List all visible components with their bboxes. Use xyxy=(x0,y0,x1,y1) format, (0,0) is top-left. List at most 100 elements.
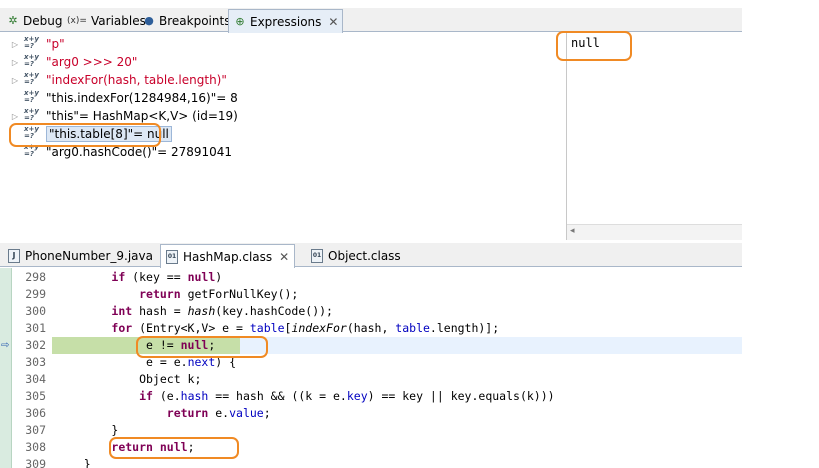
code-token: } xyxy=(56,423,119,437)
editor-tab-phonenumber[interactable]: J PhoneNumber_9.java xyxy=(3,245,158,267)
line-number: 303 xyxy=(25,355,46,369)
code-token: == hash && ((k = e. xyxy=(208,389,347,403)
code-token: return xyxy=(111,440,153,454)
instruction-pointer-icon: ⇨ xyxy=(1,340,10,351)
expand-arrow-icon[interactable]: ▷ xyxy=(9,58,21,67)
breakpoints-icon: ● xyxy=(144,14,154,27)
expression-row[interactable]: ▷ x+y =? "indexFor(hash, table.length)" xyxy=(0,71,227,89)
code-line[interactable]: return e.value; xyxy=(56,405,271,422)
change-ruler xyxy=(0,268,12,468)
line-number: 305 xyxy=(25,389,46,403)
code-token: if xyxy=(139,389,153,403)
line-number: 304 xyxy=(25,372,46,386)
horizontal-scrollbar[interactable]: ◂ xyxy=(567,224,742,240)
code-token: table xyxy=(395,321,430,335)
code-token: ; xyxy=(208,338,216,352)
code-token: e. xyxy=(208,406,230,420)
expand-arrow-icon[interactable]: ▷ xyxy=(9,112,21,121)
expression-text: "this.indexFor(1284984,16)"= 8 xyxy=(46,91,238,105)
expression-row[interactable]: ▷ x+y =? "p" xyxy=(0,35,65,53)
expression-text: "p" xyxy=(46,37,65,51)
code-token: } xyxy=(56,457,91,468)
editor-tabbar: J PhoneNumber_9.java 01 HashMap.class ✕ … xyxy=(0,243,742,268)
code-line[interactable]: return null; xyxy=(56,439,194,456)
expression-text: "indexFor(hash, table.length)" xyxy=(46,73,227,87)
code-token: value xyxy=(229,406,264,420)
expression-text: "this"= HashMap<K,V> (id=19) xyxy=(46,109,238,123)
close-icon[interactable]: ✕ xyxy=(328,15,338,29)
expression-row[interactable]: ▷ x+y =? "this"= HashMap<K,V> (id=19) xyxy=(0,107,238,125)
code-token: null xyxy=(187,270,216,284)
expand-arrow-icon[interactable]: ▷ xyxy=(9,76,21,85)
debug-view-tabbar: ✲ Debug (x)= Variables ● Breakpoints ⊕ E… xyxy=(0,8,742,33)
code-line[interactable]: } xyxy=(56,422,118,439)
expression-row[interactable]: x+y =? "this.indexFor(1284984,16)"= 8 xyxy=(0,89,238,107)
code-token: key xyxy=(346,389,368,403)
code-line[interactable]: e != null; xyxy=(56,337,215,354)
expressions-view: ▷ x+y =? "p" ▷ x+y =? "arg0 >>> 20" ▷ x+y =? "in… xyxy=(0,33,742,240)
code-token: (key == xyxy=(125,270,188,284)
editor-tab-object[interactable]: 01 Object.class xyxy=(306,245,406,267)
code-token: e = e. xyxy=(56,355,188,369)
line-number: 302 xyxy=(25,338,46,352)
code-token: (key.hashCode()); xyxy=(215,304,333,318)
code-line[interactable]: if (e.hash == hash && ((k = e.key) == ke… xyxy=(56,388,555,405)
code-token: if xyxy=(111,270,126,284)
line-number: 307 xyxy=(25,423,46,437)
tab-debug-label: Debug xyxy=(23,14,63,28)
scroll-left-arrow-icon[interactable]: ◂ xyxy=(570,226,575,236)
tab-variables[interactable]: (x)= Variables xyxy=(62,10,150,32)
code-token: return xyxy=(166,406,209,420)
code-line[interactable]: int hash = hash(key.hashCode()); xyxy=(56,303,333,320)
code-token: table xyxy=(249,321,285,335)
code-line[interactable]: Object k; xyxy=(56,371,201,388)
code-token: Object k; xyxy=(56,372,202,386)
expression-text: "arg0.hashCode()"= 27891041 xyxy=(46,145,233,159)
code-token: (Entry<K,V> e = xyxy=(132,321,250,335)
code-line[interactable]: } xyxy=(56,456,91,468)
expression-row[interactable]: ▷ x+y =? "arg0 >>> 20" xyxy=(0,53,138,71)
code-token: return xyxy=(139,287,181,301)
code-token: ) == key || key.equals(k))) xyxy=(367,389,555,403)
tab-debug[interactable]: ✲ Debug xyxy=(2,10,66,32)
code-token: .length)]; xyxy=(429,321,500,335)
tab-expressions[interactable]: ⊕ Expressions ✕ xyxy=(228,9,344,33)
code-line[interactable]: return getForNullKey(); xyxy=(56,286,298,303)
expression-icon: x+y =? xyxy=(24,107,39,122)
code-line[interactable]: if (key == null) xyxy=(56,269,222,286)
code-token: ) xyxy=(215,270,223,284)
expression-row[interactable]: x+y =? "this.table[8]"= null xyxy=(0,125,172,143)
line-number: 309 xyxy=(25,457,46,468)
detail-pane[interactable]: null ◂ xyxy=(566,33,742,240)
code-token: ; xyxy=(263,406,271,420)
expression-icon: x+y =? xyxy=(24,89,39,104)
tab-breakpoints[interactable]: ● Breakpoints xyxy=(138,10,234,32)
detail-value: null xyxy=(571,36,600,50)
expand-arrow-icon[interactable]: ▷ xyxy=(9,40,21,49)
code-line[interactable]: for (Entry<K,V> e = table[indexFor(hash,… xyxy=(56,320,499,337)
editor-tab-label: Object.class xyxy=(328,249,401,263)
expression-row[interactable]: x+y =? "arg0.hashCode()"= 27891041 xyxy=(0,143,232,161)
close-icon[interactable]: ✕ xyxy=(279,250,289,264)
variables-icon: (x)= xyxy=(67,16,87,26)
java-file-icon: J xyxy=(8,249,20,263)
class-file-icon: 01 xyxy=(166,249,178,264)
code-line[interactable]: e = e.next) { xyxy=(56,354,236,371)
code-token: (e. xyxy=(152,389,181,403)
editor-tab-hashmap[interactable]: 01 HashMap.class ✕ xyxy=(160,244,296,268)
code-token: hash xyxy=(180,389,209,403)
code-token: for xyxy=(111,321,133,335)
code-editor[interactable]: ⇨ 298 if (key == null) 299 return getForN… xyxy=(0,268,742,468)
class-file-icon: 01 xyxy=(311,249,323,263)
tab-expressions-label: Expressions xyxy=(250,14,322,29)
code-token: null xyxy=(159,440,188,454)
expression-text: "arg0 >>> 20" xyxy=(46,55,138,69)
line-number: 299 xyxy=(25,287,46,301)
expressions-tree: ▷ x+y =? "p" ▷ x+y =? "arg0 >>> 20" ▷ x+y =? "in… xyxy=(0,33,566,240)
